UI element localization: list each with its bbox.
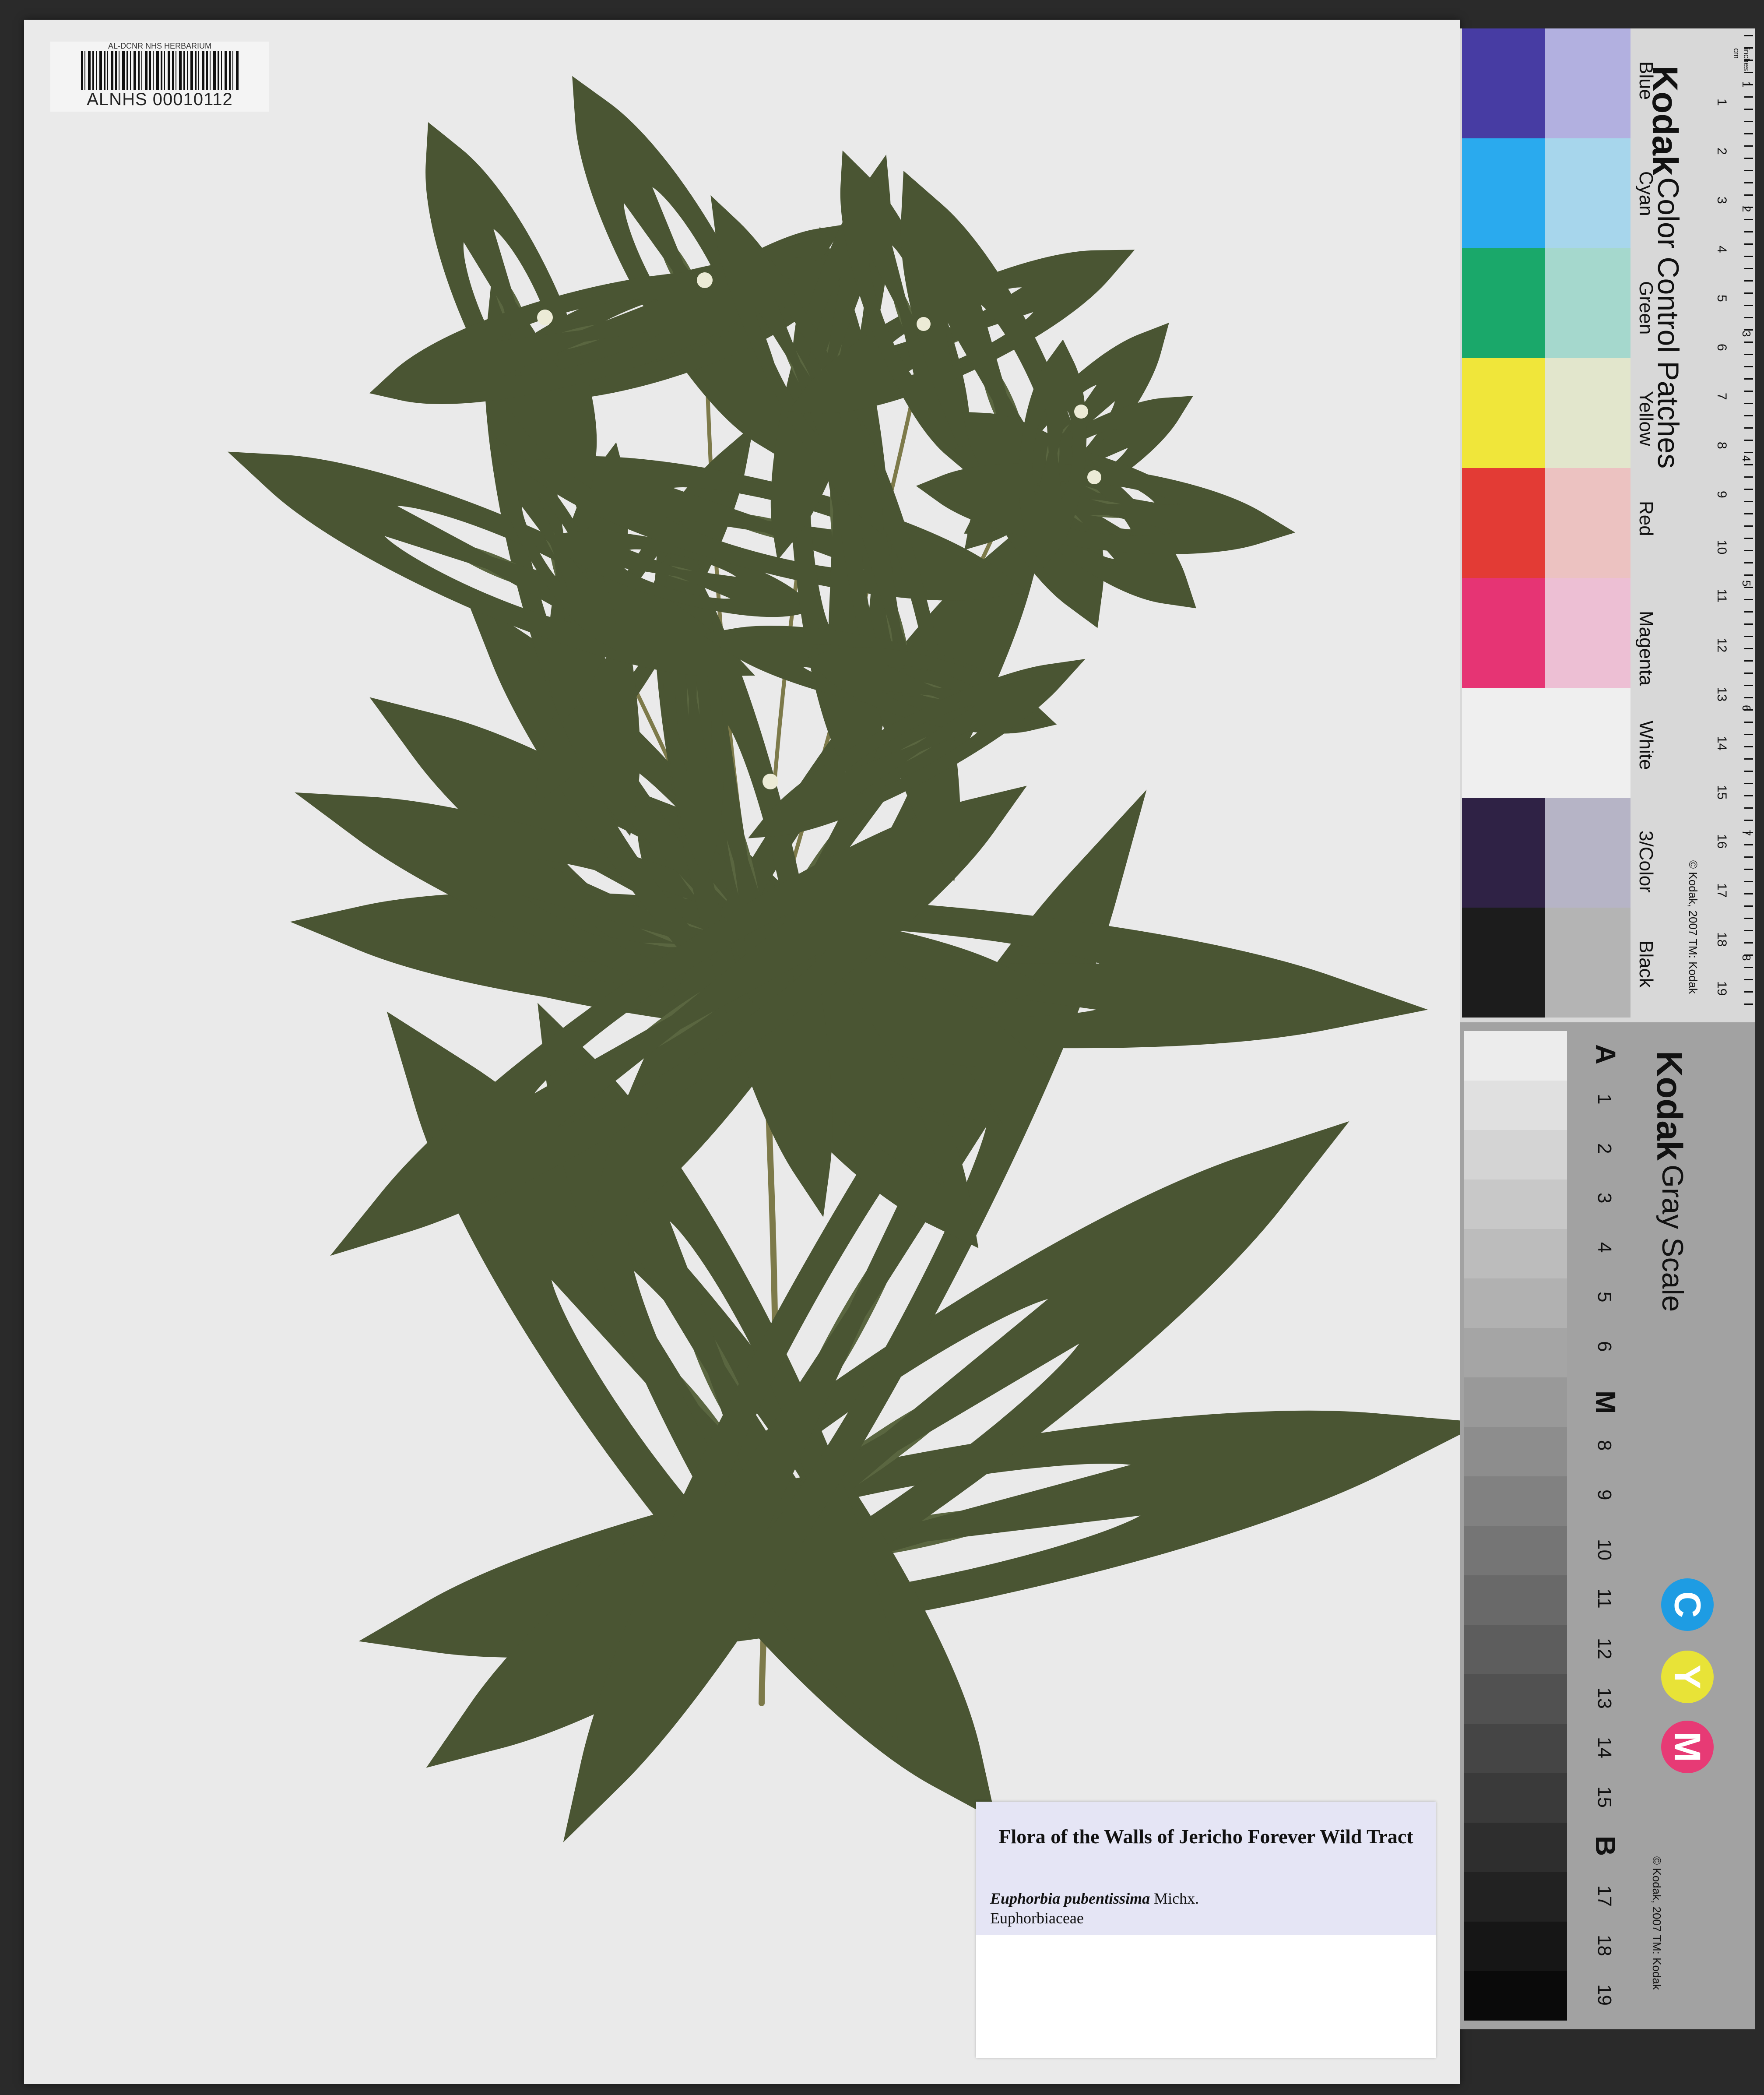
- gray-card-copyright: © Kodak, 2007 TM: Kodak: [1650, 1856, 1663, 1990]
- yellow-target-icon: Y: [1661, 1651, 1714, 1703]
- color-patch-label: Yellow: [1635, 391, 1657, 446]
- color-patch-label: 3/Color: [1635, 831, 1657, 893]
- color-patch-yellow: [1462, 358, 1545, 468]
- gray-step-label: 17: [1594, 1885, 1615, 1907]
- gray-step-label: 5: [1594, 1292, 1615, 1303]
- gray-card-brand: Kodak: [1649, 1051, 1689, 1161]
- gray-step-label: M: [1590, 1391, 1621, 1414]
- label-title: Flora of the Walls of Jericho Forever Wi…: [998, 1825, 1413, 1848]
- gray-step: [1464, 1872, 1567, 1922]
- gray-step: [1464, 1180, 1567, 1229]
- color-patch-label: Blue: [1635, 61, 1657, 100]
- gray-step: [1464, 1823, 1567, 1872]
- pressed-plant-specimen: [0, 0, 1460, 2095]
- gray-step-label: B: [1590, 1836, 1621, 1856]
- gray-step-label: 3: [1594, 1193, 1615, 1204]
- color-patch-tint-blue: [1545, 28, 1630, 138]
- color-patch-label: Green: [1635, 281, 1657, 335]
- color-patch-magenta: [1462, 578, 1545, 688]
- gray-step: [1464, 1674, 1567, 1724]
- color-patch-tint-black: [1545, 908, 1630, 1018]
- magenta-target-icon: M: [1661, 1721, 1714, 1773]
- gray-step-label: 11: [1594, 1588, 1615, 1609]
- gray-step-label: 18: [1594, 1935, 1615, 1956]
- color-patch-tint-magenta: [1545, 578, 1630, 688]
- color-patch-tint-cyan: [1545, 138, 1630, 248]
- color-patch-green: [1462, 248, 1545, 358]
- gray-step-label: 19: [1594, 1984, 1615, 2006]
- gray-step-label: 4: [1594, 1242, 1615, 1253]
- gray-step-label: 6: [1594, 1341, 1615, 1352]
- gray-step-label: 15: [1594, 1786, 1615, 1808]
- gray-step: [1464, 1476, 1567, 1526]
- color-patch-tint-green: [1545, 248, 1630, 358]
- color-patch-white: [1462, 688, 1545, 798]
- gray-step: [1464, 1031, 1567, 1081]
- gray-card-title: Gray Scale: [1656, 1165, 1689, 1312]
- color-patch-tint-3-color: [1545, 798, 1630, 908]
- color-patch-cyan: [1462, 138, 1545, 248]
- gray-step-label: 10: [1594, 1539, 1615, 1560]
- species-name: Euphorbia pubentissima: [990, 1890, 1150, 1907]
- color-patch-label: Red: [1635, 501, 1657, 536]
- gray-step-label: 9: [1594, 1489, 1615, 1500]
- color-patch-red: [1462, 468, 1545, 578]
- color-patch-blue: [1462, 28, 1545, 138]
- color-patch-label: Black: [1635, 940, 1657, 988]
- gray-step-label: 1: [1594, 1094, 1615, 1105]
- gray-step: [1464, 1229, 1567, 1278]
- gray-step: [1464, 1575, 1567, 1625]
- gray-step: [1464, 1773, 1567, 1823]
- centimeter-ruler: [1716, 35, 1753, 1016]
- gray-step-label: 14: [1594, 1737, 1615, 1758]
- gray-step-label: 12: [1594, 1638, 1615, 1659]
- color-patch-black: [1462, 908, 1545, 1018]
- gray-step: [1464, 1625, 1567, 1674]
- gray-step: [1464, 1130, 1567, 1180]
- gray-step: [1464, 1081, 1567, 1130]
- color-patch-label: White: [1635, 721, 1657, 770]
- color-patch-3-color: [1462, 798, 1545, 908]
- gray-step: [1464, 1526, 1567, 1575]
- color-card-copyright: © Kodak, 2007 TM: Kodak: [1687, 860, 1700, 994]
- gray-step-label: A: [1590, 1044, 1621, 1065]
- gray-step-label: 8: [1594, 1440, 1615, 1451]
- cyan-target-icon: C: [1661, 1578, 1714, 1631]
- label-species-line: Euphorbia pubentissima Michx.: [990, 1889, 1199, 1908]
- gray-step-label: 2: [1594, 1143, 1615, 1154]
- color-patch-tint-yellow: [1545, 358, 1630, 468]
- gray-step: [1464, 1971, 1567, 2021]
- gray-step: [1464, 1328, 1567, 1377]
- gray-step: [1464, 1922, 1567, 1971]
- family-name: Euphorbiaceae: [990, 1909, 1084, 1927]
- color-patch-tint-white: [1545, 688, 1630, 798]
- color-patch-tint-red: [1545, 468, 1630, 578]
- species-author: Michx.: [1154, 1890, 1199, 1907]
- gray-step-label: 13: [1594, 1687, 1615, 1709]
- gray-step: [1464, 1278, 1567, 1328]
- gray-step: [1464, 1427, 1567, 1476]
- color-patch-label: Cyan: [1635, 171, 1657, 216]
- specimen-label: Flora of the Walls of Jericho Forever Wi…: [976, 1802, 1436, 2058]
- gray-step: [1464, 1377, 1567, 1427]
- gray-step: [1464, 1724, 1567, 1773]
- color-patch-label: Magenta: [1635, 611, 1657, 686]
